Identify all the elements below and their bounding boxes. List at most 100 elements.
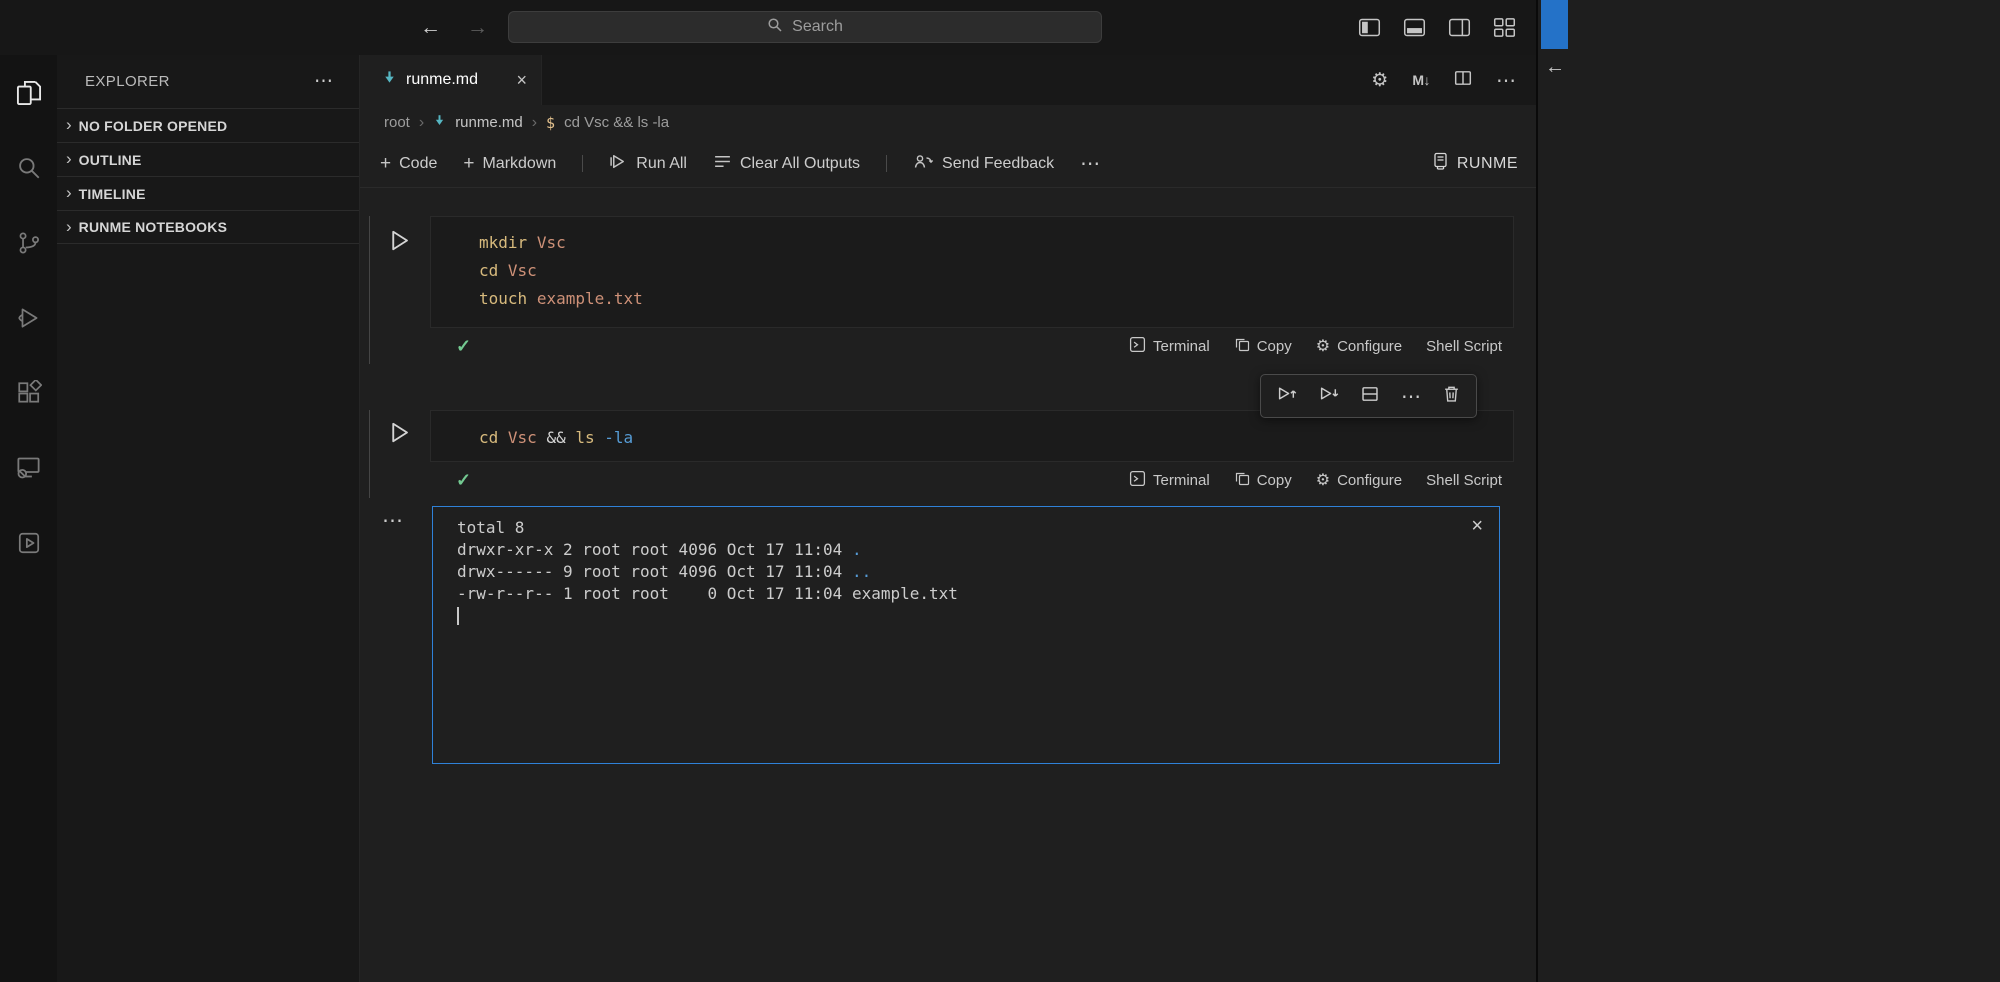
cell-status-bar: ✓ Terminal — [430, 328, 1514, 364]
configure-button[interactable]: ⚙ Configure — [1316, 470, 1402, 490]
sidebar-section-no-folder[interactable]: › NO FOLDER OPENED — [57, 108, 359, 142]
execute-above-icon[interactable] — [1277, 385, 1297, 407]
sidebar-section-runme-notebooks[interactable]: › RUNME NOTEBOOKS — [57, 210, 359, 244]
split-cell-icon[interactable] — [1361, 385, 1379, 408]
tab-bar: runme.md × ⚙ M↓ ⋯ — [360, 55, 1536, 105]
breadcrumb-command[interactable]: cd Vsc && ls -la — [564, 114, 669, 131]
cell-status-actions: Terminal Copy ⚙ Con — [1129, 336, 1502, 357]
toggle-panel-bottom-icon[interactable] — [1403, 16, 1426, 39]
copy-label: Copy — [1257, 472, 1292, 489]
customize-layout-icon[interactable] — [1493, 16, 1516, 39]
secondary-window-sliver: ← — [1536, 0, 2000, 982]
clear-all-icon — [713, 153, 732, 175]
language-label: Shell Script — [1426, 338, 1502, 355]
runme-brand-button[interactable]: RUNME — [1432, 152, 1536, 175]
back-arrow-icon[interactable]: ← — [420, 16, 441, 40]
sidebar-header: EXPLORER ⋯ — [57, 55, 359, 108]
cell-focus-indicator — [369, 216, 370, 364]
copy-button[interactable]: Copy — [1234, 470, 1292, 490]
run-all-button[interactable]: Run All — [609, 153, 687, 175]
editor-area: runme.md × ⚙ M↓ ⋯ root › — [360, 55, 1536, 982]
remote-explorer-icon[interactable] — [0, 430, 57, 505]
feedback-person-icon — [913, 153, 934, 175]
language-picker[interactable]: Shell Script — [1426, 472, 1502, 489]
notebook-cells: mkdir Vsccd Vsctouch example.txt ✓ Termi… — [360, 188, 1536, 982]
open-terminal-button[interactable]: Terminal — [1129, 336, 1210, 357]
search-sidebar-icon[interactable] — [0, 130, 57, 205]
tab-close-icon[interactable]: × — [516, 70, 527, 91]
breadcrumb-prompt-symbol: $ — [546, 114, 555, 132]
tab-runme-md[interactable]: runme.md × — [360, 55, 542, 105]
output-more-actions-icon[interactable]: ⋯ — [382, 508, 403, 533]
extensions-icon[interactable] — [0, 355, 57, 430]
terminal-label: Terminal — [1153, 338, 1210, 355]
runme-brand-icon — [1432, 152, 1449, 175]
notebook-toolbar: + Code + Markdown Run All — [360, 140, 1536, 188]
cell-code-editor[interactable]: mkdir Vsccd Vsctouch example.txt — [430, 216, 1514, 328]
split-editor-icon[interactable] — [1454, 69, 1472, 92]
runme-brand-label: RUNME — [1457, 155, 1518, 173]
source-control-icon[interactable] — [0, 205, 57, 280]
gear-icon: ⚙ — [1316, 470, 1330, 490]
success-check-icon: ✓ — [456, 336, 471, 357]
forward-arrow-icon: → — [467, 16, 488, 40]
terminal-icon — [1129, 336, 1146, 357]
notebook-settings-gear-icon[interactable]: ⚙ — [1371, 69, 1388, 92]
run-debug-icon[interactable] — [0, 280, 57, 355]
screen: ← → Search — [0, 0, 2000, 982]
breadcrumb-file[interactable]: runme.md — [455, 114, 523, 131]
vscode-window: ← → Search — [0, 0, 1536, 982]
plus-icon: + — [463, 153, 474, 175]
chevron-right-icon: › — [66, 150, 72, 167]
toggle-sidebar-left-icon[interactable] — [1358, 16, 1381, 39]
chevron-right-icon: › — [66, 184, 72, 201]
breadcrumb-folder[interactable]: root — [384, 114, 410, 131]
sidebar-section-outline[interactable]: › OUTLINE — [57, 142, 359, 176]
toolbar-more-icon[interactable]: ⋯ — [1080, 151, 1100, 176]
language-label: Shell Script — [1426, 472, 1502, 489]
run-cell-button[interactable] — [388, 228, 411, 258]
language-picker[interactable]: Shell Script — [1426, 338, 1502, 355]
copy-button[interactable]: Copy — [1234, 336, 1292, 356]
explorer-icon[interactable] — [0, 55, 57, 130]
terminal-label: Terminal — [1153, 472, 1210, 489]
secondary-back-arrow-icon[interactable]: ← — [1545, 56, 1565, 79]
delete-cell-icon[interactable] — [1443, 385, 1460, 408]
add-markdown-cell-button[interactable]: + Markdown — [463, 153, 556, 175]
terminal-icon — [1129, 470, 1146, 491]
toolbar-divider — [582, 155, 583, 172]
cell-output-terminal[interactable]: × total 8drwxr-xr-x 2 root root 4096 Oct… — [432, 506, 1500, 764]
breadcrumb-separator: › — [532, 114, 537, 132]
add-code-cell-button[interactable]: + Code — [380, 153, 437, 175]
send-feedback-button[interactable]: Send Feedback — [913, 153, 1054, 175]
command-center-search[interactable]: Search — [508, 11, 1102, 43]
sidebar-section-label: TIMELINE — [79, 186, 146, 202]
editor-more-actions-icon[interactable]: ⋯ — [1496, 68, 1516, 93]
runme-panel-icon[interactable] — [0, 505, 57, 580]
tab-actions: ⚙ M↓ ⋯ — [1371, 68, 1536, 93]
copy-label: Copy — [1257, 338, 1292, 355]
copy-icon — [1234, 336, 1250, 356]
sidebar-section-label: OUTLINE — [79, 152, 142, 168]
open-terminal-button[interactable]: Terminal — [1129, 470, 1210, 491]
cell-more-actions-icon[interactable]: ⋯ — [1401, 384, 1421, 409]
cell-focus-indicator — [369, 410, 370, 498]
toolbar-divider — [886, 155, 887, 172]
clear-all-label: Clear All Outputs — [740, 155, 860, 173]
clear-all-outputs-button[interactable]: Clear All Outputs — [713, 153, 860, 175]
sidebar-more-icon[interactable]: ⋯ — [314, 70, 333, 93]
cell-status-bar: ✓ Terminal — [430, 462, 1514, 498]
chevron-right-icon: › — [66, 116, 72, 133]
terminal-output-text: total 8drwxr-xr-x 2 root root 4096 Oct 1… — [433, 507, 1499, 627]
configure-button[interactable]: ⚙ Configure — [1316, 336, 1402, 356]
cell-status-actions: Terminal Copy ⚙ Con — [1129, 470, 1502, 491]
toggle-sidebar-right-icon[interactable] — [1448, 16, 1471, 39]
sidebar-section-label: RUNME NOTEBOOKS — [79, 219, 227, 235]
sidebar-section-timeline[interactable]: › TIMELINE — [57, 176, 359, 210]
close-output-icon[interactable]: × — [1471, 515, 1483, 538]
runme-file-icon — [433, 114, 446, 131]
run-cell-button[interactable] — [388, 420, 411, 450]
markdown-preview-icon[interactable]: M↓ — [1412, 72, 1430, 88]
execute-below-icon[interactable] — [1319, 385, 1339, 407]
sidebar-section-label: NO FOLDER OPENED — [79, 118, 228, 134]
